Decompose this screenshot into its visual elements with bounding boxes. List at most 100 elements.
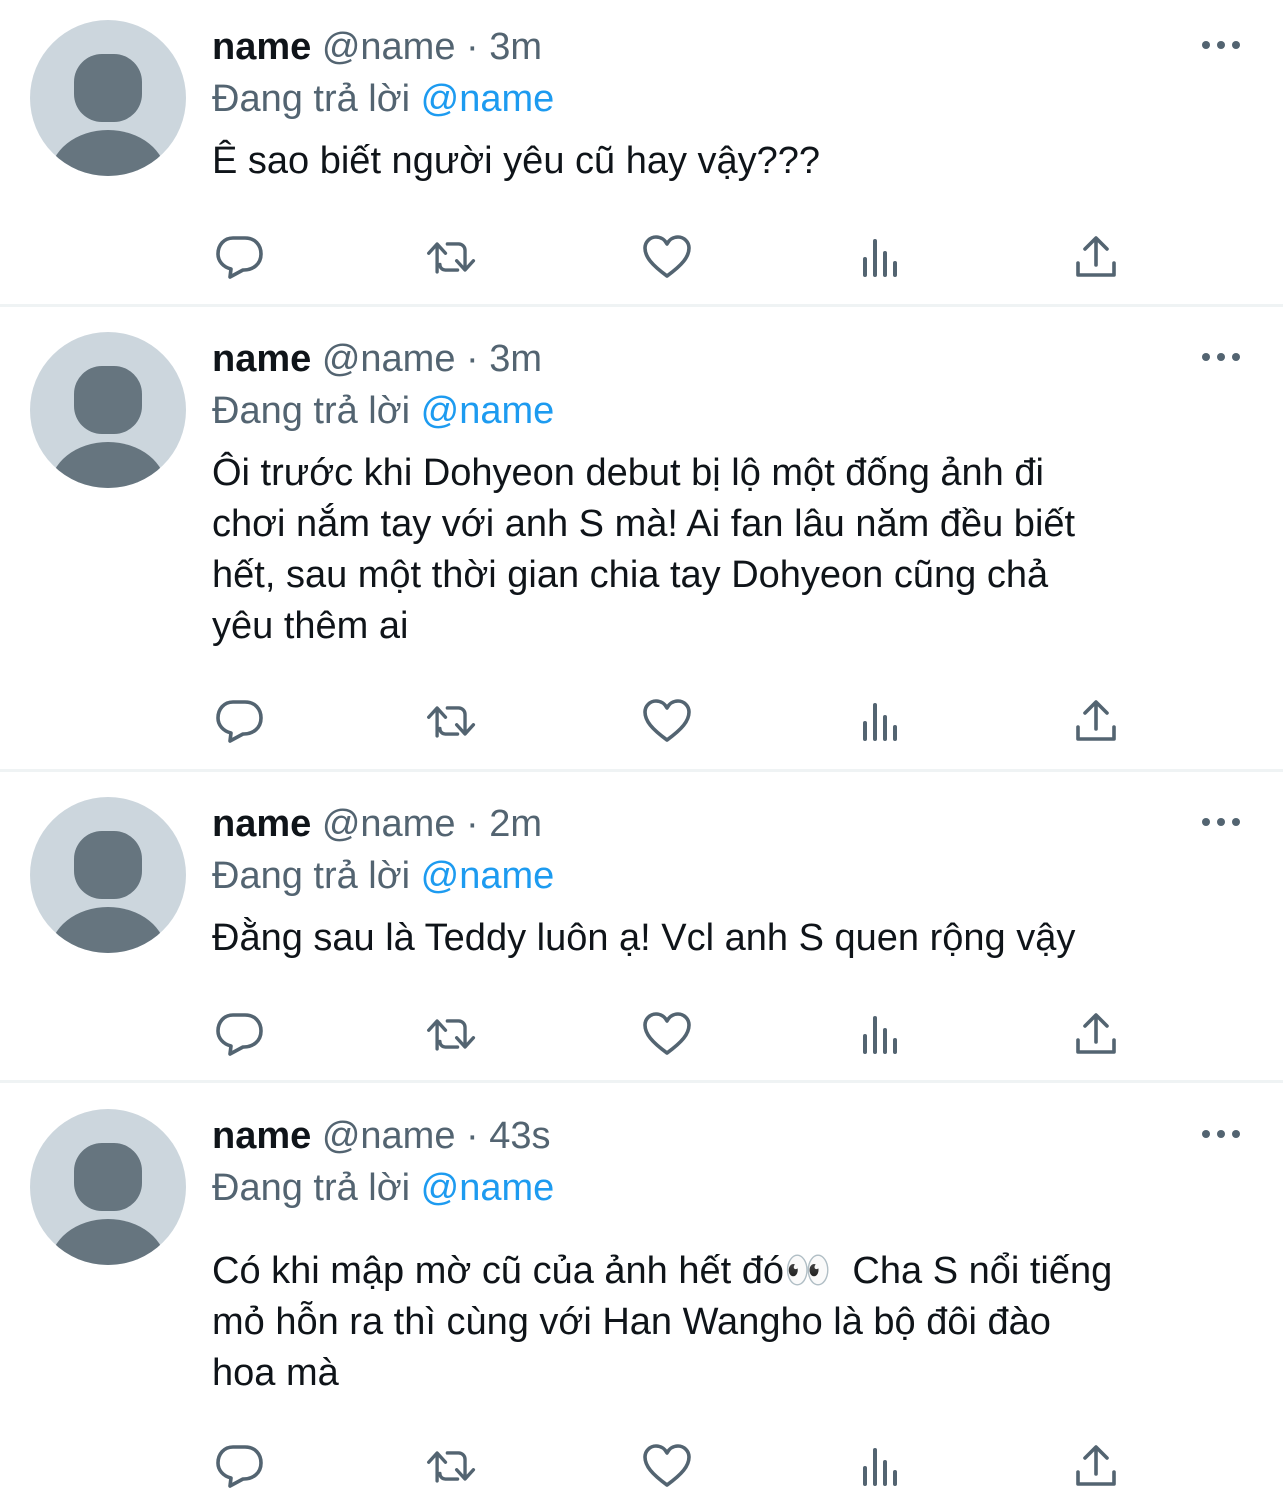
more-icon [1202, 353, 1240, 361]
tweet-text: Ê sao biết người yêu cũ hay vậy??? [212, 140, 821, 182]
more-icon [1202, 1130, 1240, 1138]
user-handle[interactable]: @name [322, 1115, 456, 1157]
more-icon [1202, 41, 1240, 49]
timestamp[interactable]: 2m [489, 803, 542, 845]
default-avatar-icon [50, 831, 166, 953]
views-button[interactable] [854, 696, 908, 746]
more-icon [1202, 818, 1240, 826]
retweet-button[interactable] [425, 1009, 479, 1059]
retweet-icon [427, 1019, 476, 1051]
reply-icon [216, 700, 263, 743]
avatar[interactable] [30, 20, 186, 176]
reply-button[interactable] [212, 1009, 266, 1059]
avatar[interactable] [30, 332, 186, 488]
avatar[interactable] [30, 797, 186, 953]
replying-to: Đang trả lời @name [212, 386, 554, 436]
tweet[interactable]: name @name · 3m Đang trả lời @name Ôi tr… [0, 312, 1283, 770]
display-name[interactable]: name [212, 26, 311, 68]
tweet-header: name @name · 3m [212, 22, 542, 72]
retweet-button[interactable] [425, 232, 479, 282]
tweet-header: name @name · 3m [212, 334, 542, 384]
reply-button[interactable] [212, 232, 266, 282]
default-avatar-icon [50, 54, 166, 176]
separator-dot: · [466, 1115, 479, 1157]
reply-icon [216, 1445, 263, 1488]
views-button[interactable] [854, 1441, 908, 1491]
views-icon [863, 1448, 897, 1486]
avatar[interactable] [30, 1109, 186, 1265]
tweet[interactable]: name @name · 3m Đang trả lời @name Ê sao… [0, 0, 1283, 305]
like-button[interactable] [640, 1009, 694, 1059]
user-handle[interactable]: @name [322, 26, 456, 68]
heart-icon [643, 699, 691, 742]
default-avatar-icon [50, 366, 166, 488]
action-bar [212, 696, 1132, 746]
timestamp[interactable]: 3m [489, 26, 542, 68]
tweet-text: Ôi trước khi Dohyeon debut bị lộ một đốn… [212, 452, 1076, 647]
more-options-button[interactable] [1196, 30, 1246, 60]
more-options-button[interactable] [1196, 342, 1246, 372]
replying-to: Đang trả lời @name [212, 1163, 554, 1213]
display-name[interactable]: name [212, 338, 311, 380]
tweet-divider [0, 1080, 1283, 1083]
tweet-header: name @name · 43s [212, 1111, 551, 1161]
like-button[interactable] [640, 232, 694, 282]
reply-icon [216, 1013, 263, 1056]
reply-icon [216, 236, 263, 279]
user-handle[interactable]: @name [322, 338, 456, 380]
action-bar [212, 232, 1132, 282]
default-avatar-icon [50, 1143, 166, 1265]
share-icon [1076, 700, 1116, 741]
views-icon [863, 239, 897, 277]
views-icon [863, 703, 897, 741]
retweet-icon [427, 242, 476, 274]
tweet-text: Đằng sau là Teddy luôn ạ! Vcl anh S quen… [212, 917, 1076, 959]
display-name[interactable]: name [212, 803, 311, 845]
share-button[interactable] [1069, 232, 1123, 282]
retweet-icon [427, 706, 476, 738]
tweet-text: Có khi mập mờ cũ của ảnh hết đó👀 Cha S n… [212, 1250, 1113, 1394]
timestamp[interactable]: 3m [489, 338, 542, 380]
mention-link[interactable]: @name [421, 78, 555, 120]
retweet-button[interactable] [425, 696, 479, 746]
heart-icon [643, 1012, 691, 1055]
retweet-button[interactable] [425, 1441, 479, 1491]
like-button[interactable] [640, 1441, 694, 1491]
replying-to-label: Đang trả lời [212, 390, 411, 432]
separator-dot: · [466, 803, 479, 845]
user-handle[interactable]: @name [322, 803, 456, 845]
more-options-button[interactable] [1196, 1119, 1246, 1149]
heart-icon [643, 1444, 691, 1487]
replying-to-label: Đang trả lời [212, 855, 411, 897]
mention-link[interactable]: @name [421, 390, 555, 432]
tweet-divider [0, 304, 1283, 307]
timestamp[interactable]: 43s [489, 1115, 550, 1157]
replying-to: Đang trả lời @name [212, 74, 554, 124]
share-button[interactable] [1069, 1009, 1123, 1059]
share-icon [1076, 236, 1116, 277]
share-button[interactable] [1069, 696, 1123, 746]
retweet-icon [427, 1451, 476, 1483]
tweet-divider [0, 769, 1283, 772]
tweet-header: name @name · 2m [212, 799, 542, 849]
views-button[interactable] [854, 1009, 908, 1059]
views-button[interactable] [854, 232, 908, 282]
share-icon [1076, 1445, 1116, 1486]
mention-link[interactable]: @name [421, 1167, 555, 1209]
share-button[interactable] [1069, 1441, 1123, 1491]
reply-button[interactable] [212, 696, 266, 746]
tweet[interactable]: name @name · 2m Đang trả lời @name Đằng … [0, 777, 1283, 1080]
mention-link[interactable]: @name [421, 855, 555, 897]
reply-button[interactable] [212, 1441, 266, 1491]
share-icon [1076, 1013, 1116, 1054]
like-button[interactable] [640, 696, 694, 746]
replying-to: Đang trả lời @name [212, 851, 554, 901]
action-bar [212, 1009, 1132, 1059]
views-icon [863, 1016, 897, 1054]
action-bar [212, 1441, 1132, 1491]
tweet[interactable]: name @name · 43s Đang trả lời @name Có k… [0, 1089, 1283, 1510]
separator-dot: · [466, 338, 479, 380]
heart-icon [643, 235, 691, 278]
display-name[interactable]: name [212, 1115, 311, 1157]
more-options-button[interactable] [1196, 807, 1246, 837]
